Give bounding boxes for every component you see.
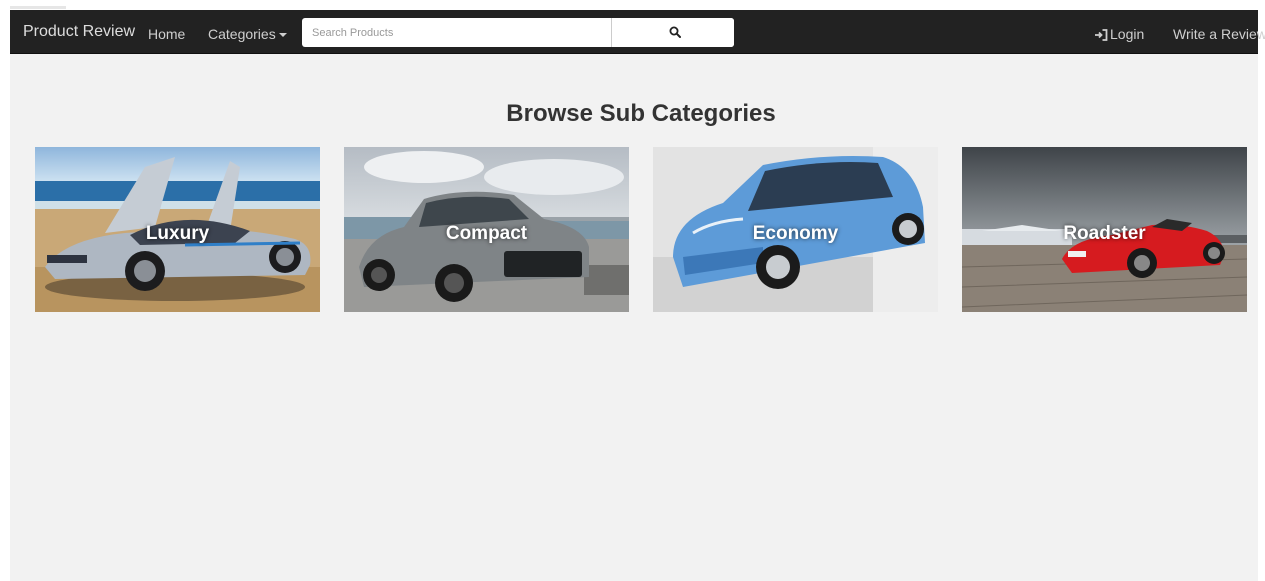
category-card-compact[interactable]: Compact — [344, 147, 629, 312]
nav-login-label: Login — [1110, 26, 1145, 42]
caret-down-icon — [278, 33, 287, 38]
sign-in-icon — [1095, 29, 1108, 41]
nav-home-link[interactable]: Home — [148, 26, 185, 42]
search-form — [302, 18, 734, 47]
page-heading: Browse Sub Categories — [506, 100, 776, 127]
brand-link[interactable]: Product Review — [23, 23, 135, 41]
nav-write-review-link[interactable]: Write a Review — [1173, 26, 1265, 42]
browser-tab-sliver — [10, 6, 66, 9]
nav-categories-dropdown[interactable]: Categories — [208, 26, 287, 42]
category-card-economy[interactable]: Economy — [653, 147, 938, 312]
browser-top-strip — [0, 0, 1265, 10]
page-frame: Product Review Home Categories Login Wri… — [10, 10, 1265, 581]
category-card-roadster[interactable]: Roadster — [962, 147, 1247, 312]
category-label-roadster: Roadster — [1063, 223, 1146, 244]
category-label-economy: Economy — [752, 223, 839, 244]
nav-categories-label: Categories — [208, 26, 276, 42]
search-button[interactable] — [611, 18, 734, 47]
category-card-luxury[interactable]: Luxury — [35, 147, 320, 312]
search-icon — [669, 26, 681, 38]
search-input[interactable] — [302, 18, 611, 47]
nav-login-link[interactable]: Login — [1095, 26, 1144, 42]
navbar: Product Review Home Categories Login Wri… — [10, 10, 1265, 54]
category-label-luxury: Luxury — [145, 223, 210, 244]
category-label-compact: Compact — [445, 223, 528, 244]
